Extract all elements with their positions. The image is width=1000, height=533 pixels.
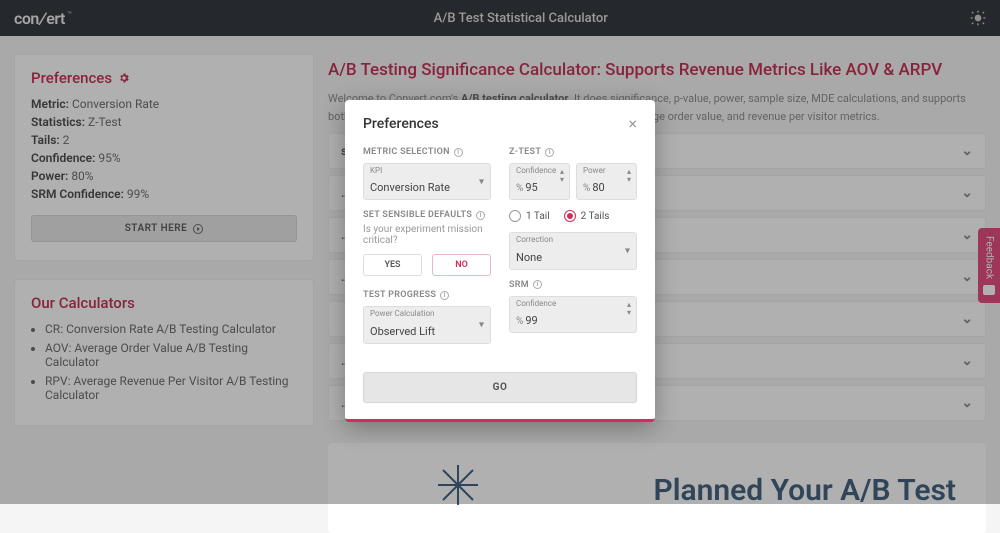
tails-2-radio[interactable]: 2 Tails — [564, 210, 610, 222]
power-input[interactable]: Power %80 ▴▾ — [576, 163, 637, 200]
section-test-progress: TEST PROGRESSi — [363, 290, 491, 300]
srm-confidence-input[interactable]: Confidence %99 ▴▾ — [509, 296, 637, 333]
chevron-down-icon: ▾ — [625, 246, 630, 257]
defaults-no-button[interactable]: NO — [432, 254, 491, 276]
preferences-modal: Preferences × METRIC SELECTIONi KPI Conv… — [345, 100, 655, 422]
info-icon[interactable]: i — [440, 291, 449, 300]
section-sensible-defaults: SET SENSIBLE DEFAULTSi — [363, 210, 491, 220]
correction-select[interactable]: Correction None ▾ — [509, 232, 637, 269]
close-icon[interactable]: × — [628, 114, 637, 133]
power-calculation-select[interactable]: Power Calculation Observed Lift ▾ — [363, 306, 491, 343]
defaults-yes-button[interactable]: YES — [363, 254, 422, 276]
stepper-icon: ▴▾ — [560, 168, 564, 184]
chevron-down-icon: ▾ — [479, 320, 484, 331]
defaults-question: Is your experiment mission critical? — [363, 224, 491, 246]
section-srm: SRMi — [509, 280, 637, 290]
chevron-down-icon: ▾ — [479, 176, 484, 187]
confidence-input[interactable]: Confidence %95 ▴▾ — [509, 163, 570, 200]
info-icon[interactable]: i — [476, 211, 485, 220]
info-icon[interactable]: i — [545, 148, 554, 157]
go-button[interactable]: GO — [363, 372, 637, 403]
modal-title: Preferences — [363, 116, 439, 132]
info-icon[interactable]: i — [533, 280, 542, 289]
tails-1-radio[interactable]: 1 Tail — [509, 210, 550, 222]
stepper-icon: ▴▾ — [627, 168, 631, 184]
stepper-icon: ▴▾ — [627, 301, 631, 317]
section-ztest: Z-TESTi — [509, 147, 637, 157]
kpi-select[interactable]: KPI Conversion Rate ▾ — [363, 163, 491, 200]
section-metric-selection: METRIC SELECTIONi — [363, 147, 491, 157]
info-icon[interactable]: i — [454, 148, 463, 157]
modal-overlay: Preferences × METRIC SELECTIONi KPI Conv… — [0, 0, 1000, 504]
